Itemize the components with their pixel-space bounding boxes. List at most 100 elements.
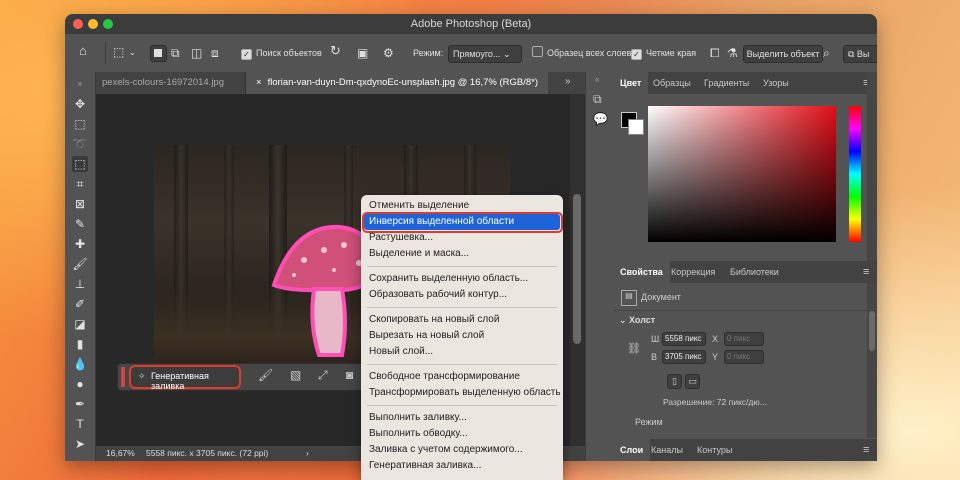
landscape-orientation-icon[interactable]: ▭: [685, 374, 700, 389]
collapse-icon[interactable]: «: [595, 75, 599, 84]
tab-libraries[interactable]: Библиотеки: [730, 261, 779, 283]
rectangle-tool-icon[interactable]: ▭: [72, 456, 88, 461]
type-tool-icon[interactable]: T: [72, 416, 88, 432]
menu-item-deselect[interactable]: Отменить выделение: [369, 198, 469, 214]
close-tab-icon[interactable]: ×: [256, 77, 262, 88]
mode-select[interactable]: Прямоуго... ⌄: [448, 45, 522, 63]
tab-gradients[interactable]: Градиенты: [704, 72, 749, 94]
clone-stamp-icon[interactable]: ⊥: [72, 276, 88, 292]
object-selection-tool-icon[interactable]: ⬚: [72, 156, 88, 172]
healing-brush-icon[interactable]: ✚: [72, 236, 88, 252]
refresh-icon[interactable]: ↻: [330, 43, 341, 59]
tab-channels[interactable]: Каналы: [651, 439, 683, 461]
more-tabs-icon[interactable]: »: [565, 76, 571, 87]
portrait-orientation-icon[interactable]: ▯: [667, 374, 682, 389]
search-objects-checkbox[interactable]: ✓ Поиск объектов: [241, 45, 322, 61]
tab-pexels[interactable]: pexels-colours-16972014.jpg: [92, 72, 240, 94]
tab-patterns[interactable]: Узоры: [763, 72, 789, 94]
minimize-window-button[interactable]: [88, 19, 98, 29]
close-window-button[interactable]: [73, 19, 83, 29]
panel-scrollbar[interactable]: [867, 72, 877, 262]
frame-tool-icon[interactable]: ⊠: [72, 196, 88, 212]
background-color-swatch[interactable]: [628, 119, 644, 135]
intersect-selection-icon[interactable]: ⧈: [211, 45, 219, 61]
subtract-from-selection-icon[interactable]: ◫: [191, 45, 202, 61]
tab-paths[interactable]: Контуры: [697, 439, 732, 461]
dodge-tool-icon[interactable]: ●: [72, 376, 88, 392]
new-selection-mode-button[interactable]: [150, 45, 167, 62]
panel-menu-icon[interactable]: ≡: [863, 261, 869, 283]
flask-icon[interactable]: ⚗: [727, 45, 738, 61]
crop-tool-icon[interactable]: ⌗: [72, 176, 88, 192]
pen-tool-icon[interactable]: ✒: [72, 396, 88, 412]
brush-mask-icon[interactable]: 🖌: [258, 368, 273, 382]
height-field[interactable]: 3705 пикс: [662, 350, 706, 364]
drag-handle[interactable]: [121, 367, 125, 387]
mask-icon[interactable]: ◙: [346, 368, 353, 382]
marquee-tool-icon[interactable]: ⬚: [72, 116, 88, 132]
menu-item-make-work-path[interactable]: Образовать рабочий контур...: [369, 287, 507, 303]
tab-swatches[interactable]: Образцы: [653, 72, 691, 94]
canvas-section-title[interactable]: ⌄ Холст: [619, 315, 655, 326]
menu-item-free-transform[interactable]: Свободное трансформирование: [369, 369, 520, 385]
menu-item-stroke[interactable]: Выполнить обводку...: [369, 426, 468, 442]
gear-icon[interactable]: ⚙: [383, 45, 394, 61]
width-field[interactable]: 5558 пикс: [662, 332, 706, 346]
context-menu: Отменить выделение Инверсия выделенной о…: [361, 195, 563, 480]
comments-icon[interactable]: 💬: [593, 112, 608, 126]
gradient-tool-icon[interactable]: ▮: [72, 336, 88, 352]
brush-tool-icon[interactable]: 🖌: [72, 256, 88, 272]
menu-item-layer-via-copy[interactable]: Скопировать на новый слой: [369, 312, 499, 328]
mask-icon[interactable]: ⧠: [710, 45, 720, 61]
eyedropper-tool-icon[interactable]: ✎: [72, 216, 88, 232]
menu-item-save-selection[interactable]: Сохранить выделенную область...: [369, 271, 528, 287]
sample-all-layers-checkbox[interactable]: Образец всех слоев: [532, 45, 631, 61]
document-info[interactable]: 5558 пикс. x 3705 пикс. (72 ppi): [146, 446, 268, 461]
y-field[interactable]: 0 пикс: [724, 350, 764, 364]
generative-fill-button[interactable]: ✧ Генеративная заливка: [129, 365, 241, 391]
transform-icon[interactable]: ⤢: [318, 368, 328, 383]
menu-item-feather[interactable]: Растушевка...: [369, 230, 433, 246]
search-icon[interactable]: ⌕: [823, 45, 830, 61]
tab-properties[interactable]: Свойства: [613, 261, 670, 283]
panel-menu-icon[interactable]: ≡: [863, 439, 869, 461]
menu-item-new-layer[interactable]: Новый слой...: [369, 344, 433, 360]
color-field[interactable]: [648, 106, 836, 242]
collapse-icon[interactable]: »: [72, 76, 88, 92]
eraser-tool-icon[interactable]: ◪: [72, 316, 88, 332]
menu-item-transform-selection[interactable]: Трансформировать выделенную область: [369, 385, 561, 401]
menu-item-layer-via-cut[interactable]: Вырезать на новый слой: [369, 328, 484, 344]
hard-edges-checkbox[interactable]: ✓ Четкие края: [631, 45, 696, 61]
x-field[interactable]: 0 пикс: [724, 332, 764, 346]
chevron-down-icon[interactable]: ⌄: [129, 45, 136, 61]
menu-item-select-and-mask[interactable]: Выделение и маска...: [369, 246, 469, 262]
tab-adjustments[interactable]: Коррекция: [671, 261, 715, 283]
vertical-scrollbar[interactable]: [570, 94, 585, 446]
link-icon[interactable]: ⛓: [627, 342, 641, 355]
tab-color[interactable]: Цвет: [613, 72, 649, 94]
object-selection-tool-icon[interactable]: ⬚: [113, 44, 124, 60]
path-selection-icon[interactable]: ➤: [72, 436, 88, 452]
menu-item-content-aware-fill[interactable]: Заливка с учетом содержимого...: [369, 442, 523, 458]
zoom-level[interactable]: 16,67%: [106, 446, 135, 461]
zoom-window-button[interactable]: [103, 19, 113, 29]
invert-selection-icon[interactable]: ▧: [290, 368, 301, 382]
history-icon[interactable]: ⧉: [593, 92, 602, 107]
select-subject-button[interactable]: Выделить объект: [743, 45, 823, 63]
show-objects-icon[interactable]: ▣: [357, 45, 368, 61]
add-to-selection-icon[interactable]: ⧉: [171, 45, 180, 61]
menu-item-inverse-selection[interactable]: Инверсия выделенной области: [369, 214, 514, 230]
chevron-right-icon[interactable]: ›: [306, 446, 309, 461]
menu-item-generative-fill[interactable]: Генеративная заливка...: [369, 458, 481, 474]
lasso-tool-icon[interactable]: ➰: [72, 136, 88, 152]
move-tool-icon[interactable]: ✥: [72, 96, 88, 112]
select-mask-button[interactable]: ⧉ Вы: [843, 45, 877, 63]
blur-tool-icon[interactable]: 💧: [72, 356, 88, 372]
menu-item-fill[interactable]: Выполнить заливку...: [369, 410, 467, 426]
history-brush-icon[interactable]: ✐: [72, 296, 88, 312]
hue-slider[interactable]: [849, 106, 861, 242]
tab-florian[interactable]: × florian-van-duyn-Dm-qxdynoEc-unsplash.j…: [245, 72, 549, 94]
home-icon[interactable]: ⌂: [79, 43, 87, 59]
tab-layers[interactable]: Слои: [613, 439, 651, 461]
properties-scrollbar[interactable]: [867, 283, 877, 438]
